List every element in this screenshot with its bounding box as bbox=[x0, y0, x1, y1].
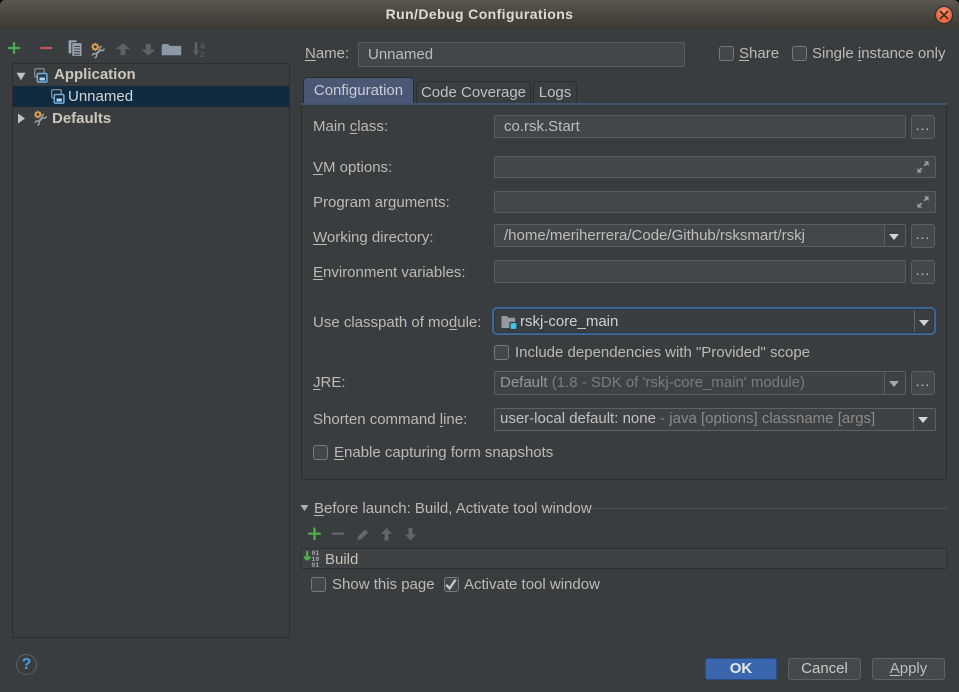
svg-text:z: z bbox=[200, 49, 205, 59]
svg-text:01: 01 bbox=[312, 562, 320, 567]
